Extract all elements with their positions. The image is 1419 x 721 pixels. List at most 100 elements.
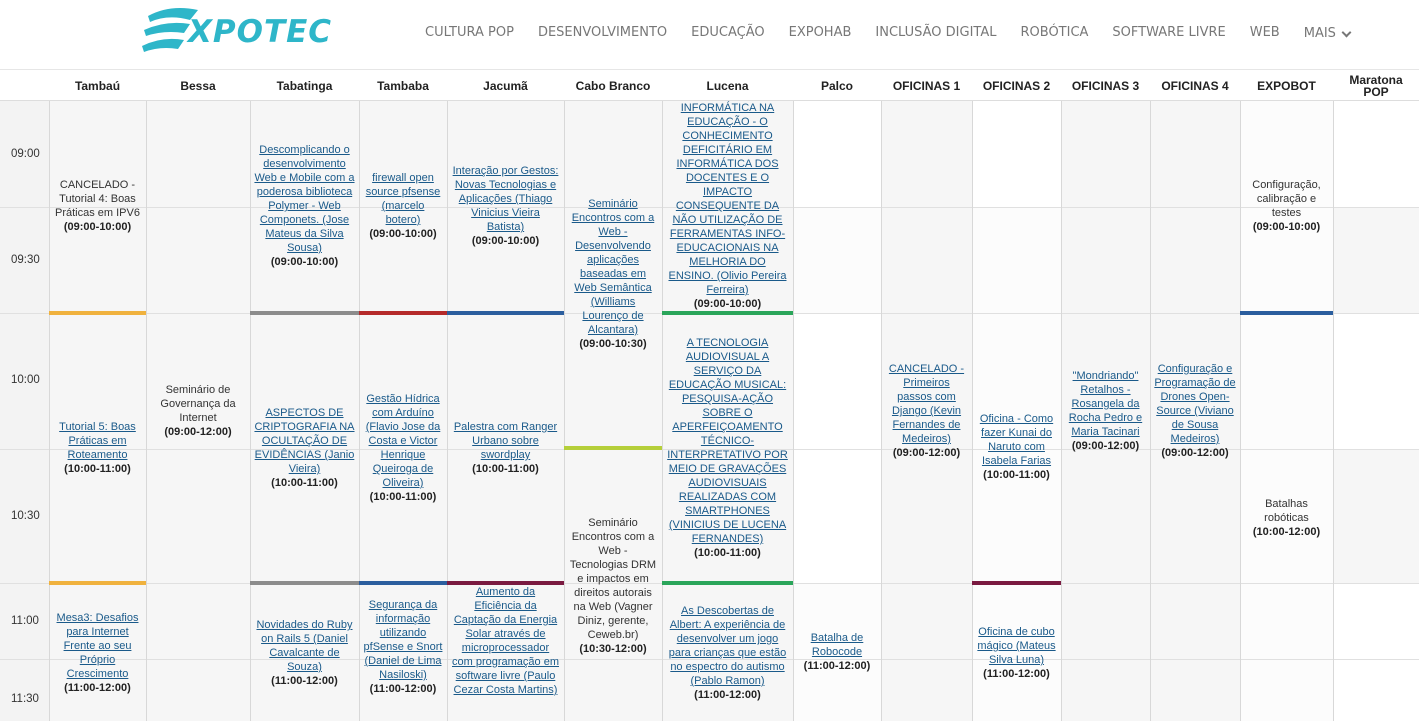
logo-text: XPOTEC (188, 14, 333, 50)
nav-inclusao-digital[interactable]: INCLUSÃO DIGITAL (875, 24, 996, 44)
session-link[interactable]: Tutorial 5: Boas Práticas em Roteamento (53, 420, 142, 462)
nav-web[interactable]: WEB (1250, 24, 1280, 44)
session-cell: INFORMÁTICA NA EDUCAÇÃO - O CONHECIMENTO… (662, 101, 793, 311)
time-label: 10:30 (11, 510, 40, 522)
session-time: (11:00-12:00) (694, 689, 761, 701)
session-cell: firewall open source pfsense (marcelo bo… (359, 101, 447, 311)
session-link[interactable]: INFORMÁTICA NA EDUCAÇÃO - O CONHECIMENTO… (666, 101, 789, 297)
schedule-grid: Tambaú Bessa Tabatinga Tambaba Jacumã Ca… (0, 71, 1419, 721)
column-header: OFICINAS 4 (1150, 71, 1240, 101)
session-time: (09:00-12:00) (1071, 440, 1140, 452)
session-time: (09:00-10:00) (369, 228, 437, 240)
session-cell: Tutorial 5: Boas Práticas em Roteamento … (49, 315, 146, 581)
nav-cultura-pop[interactable]: CULTURA POP (425, 24, 514, 44)
nav-expohab[interactable]: EXPOHAB (789, 24, 852, 44)
session-time: (09:00-10:30) (579, 337, 647, 350)
session-link[interactable]: Palestra com Ranger Urbano sobre swordpl… (451, 420, 560, 462)
column-header: Tabatinga (250, 71, 359, 101)
column-header: Maratona POP (1333, 71, 1419, 101)
session-cell: Segurança da informação utilizando pfSen… (359, 585, 447, 721)
session-link[interactable]: CANCELADO - Primeiros passos com Django … (885, 362, 968, 446)
session-link[interactable]: Novidades do Ruby on Rails 5 (Daniel Cav… (254, 618, 355, 674)
expotec-logo[interactable]: XPOTEC (140, 6, 340, 56)
empty-slot (1333, 583, 1419, 721)
session-time: (10:00-11:00) (64, 463, 131, 475)
session-link[interactable]: ASPECTOS DE CRIPTOGRAFIA NA OCULTAÇÃO DE… (254, 406, 355, 476)
session-link[interactable]: Aumento da Eficiência da Captação da Ene… (451, 585, 560, 697)
session-link[interactable]: Interação por Gestos: Novas Tecnologias … (451, 164, 560, 234)
column-header: Tambaú (49, 71, 146, 101)
empty-slot (793, 313, 881, 583)
column-header: Tambaba (359, 71, 447, 101)
session-link[interactable]: "Mondriando" Retalhos - Rosangela da Roc… (1065, 369, 1146, 439)
session-cell: Configuração e Programação de Drones Ope… (1150, 101, 1240, 721)
session-link[interactable]: Oficina - Como fazer Kunai do Naruto com… (976, 412, 1057, 468)
time-label: 09:30 (11, 254, 40, 266)
session-title: Seminário Encontros com a Web - Tecnolog… (569, 516, 657, 641)
session-link[interactable]: Configuração e Programação de Drones Ope… (1154, 362, 1236, 446)
session-time: (11:00-12:00) (803, 660, 871, 672)
session-link[interactable]: firewall open source pfsense (marcelo bo… (363, 171, 443, 227)
session-link[interactable]: Batalha de Robocode (797, 631, 877, 659)
session-time: (09:00-12:00) (164, 426, 232, 438)
nav-educacao[interactable]: EDUCAÇÃO (691, 24, 764, 44)
session-title: CANCELADO - Tutorial 4: Boas Práticas em… (55, 179, 140, 219)
session-cell: Aumento da Eficiência da Captação da Ene… (447, 585, 564, 721)
nav-more-dropdown[interactable]: MAIS (1304, 24, 1352, 44)
session-cell: Palestra com Ranger Urbano sobre swordpl… (447, 315, 564, 581)
time-label: 09:00 (11, 148, 40, 160)
session-cell: Batalhas robóticas (10:00-12:00) (1240, 315, 1333, 721)
session-link[interactable]: Gestão Hídrica com Arduíno (Flavio Jose … (363, 392, 443, 490)
session-cell: ASPECTOS DE CRIPTOGRAFIA NA OCULTAÇÃO DE… (250, 315, 359, 581)
session-link[interactable]: Descomplicando o desenvolvimento Web e M… (254, 143, 355, 255)
time-label: 11:30 (11, 693, 39, 705)
session-cell: Seminário Encontros com a Web - Desenvol… (564, 101, 662, 446)
session-title: Batalhas robóticas (1264, 498, 1309, 524)
time-label: 10:00 (11, 374, 40, 386)
session-link[interactable]: Mesa3: Desafios para Internet Frente ao … (53, 611, 142, 681)
session-time: (09:00-10:00) (270, 256, 339, 268)
session-time: (10:00-11:00) (983, 469, 1050, 481)
session-link[interactable]: As Descobertas de Albert: A experiência … (666, 604, 789, 688)
session-cell: Seminário Encontros com a Web - Tecnolog… (564, 450, 662, 721)
session-cell: A TECNOLOGIA AUDIOVISUAL A SERVIÇO DA ED… (662, 315, 793, 581)
session-time: (10:00-11:00) (369, 491, 437, 503)
session-time: (09:00-12:00) (892, 447, 961, 459)
session-title: Configuração, calibração e testes (1252, 179, 1321, 219)
session-time: (09:00-10:00) (63, 221, 132, 233)
main-nav: CULTURA POP DESENVOLVIMENTO EDUCAÇÃO EXP… (425, 24, 1352, 44)
session-time: (11:00-12:00) (369, 683, 437, 695)
session-cell: Mesa3: Desafios para Internet Frente ao … (49, 585, 146, 721)
session-link[interactable]: A TECNOLOGIA AUDIOVISUAL A SERVIÇO DA ED… (666, 336, 789, 546)
empty-slot (972, 101, 1061, 207)
column-header: Jacumã (447, 71, 564, 101)
time-header (0, 71, 49, 101)
session-link[interactable]: Seminário Encontros com a Web - Desenvol… (568, 197, 658, 337)
session-time: (09:00-10:00) (471, 235, 540, 247)
nav-robotica[interactable]: ROBÓTICA (1020, 24, 1088, 44)
column-header: EXPOBOT (1240, 71, 1333, 101)
session-link[interactable]: Oficina de cubo mágico (Mateus Silva Lun… (976, 625, 1057, 667)
nav-desenvolvimento[interactable]: DESENVOLVIMENTO (538, 24, 667, 44)
session-cell: CANCELADO - Tutorial 4: Boas Práticas em… (49, 101, 146, 311)
session-cell: Gestão Hídrica com Arduíno (Flavio Jose … (359, 315, 447, 581)
column-header: Palco (793, 71, 881, 101)
session-time: (10:00-11:00) (694, 547, 761, 559)
session-cell: Seminário de Governança da Internet (09:… (146, 101, 250, 721)
session-time: (10:00-11:00) (472, 463, 539, 475)
session-time: (10:30-12:00) (579, 642, 647, 655)
session-link[interactable]: Segurança da informação utilizando pfSen… (363, 598, 443, 682)
session-cell: Batalha de Robocode (11:00-12:00) (793, 583, 881, 721)
nav-software-livre[interactable]: SOFTWARE LIVRE (1112, 24, 1225, 44)
site-header: XPOTEC CULTURA POP DESENVOLVIMENTO EDUCA… (0, 0, 1419, 70)
column-header: Bessa (146, 71, 250, 101)
empty-slot (793, 101, 881, 207)
column-header: OFICINAS 3 (1061, 71, 1150, 101)
empty-slot (1333, 101, 1419, 207)
session-time: (10:00-12:00) (1252, 526, 1321, 538)
column-header: OFICINAS 1 (881, 71, 972, 101)
column-header: OFICINAS 2 (972, 71, 1061, 101)
session-cell: Configuração, calibração e testes (09:00… (1240, 101, 1333, 311)
session-cell: Interação por Gestos: Novas Tecnologias … (447, 101, 564, 311)
time-label: 11:00 (11, 615, 39, 627)
